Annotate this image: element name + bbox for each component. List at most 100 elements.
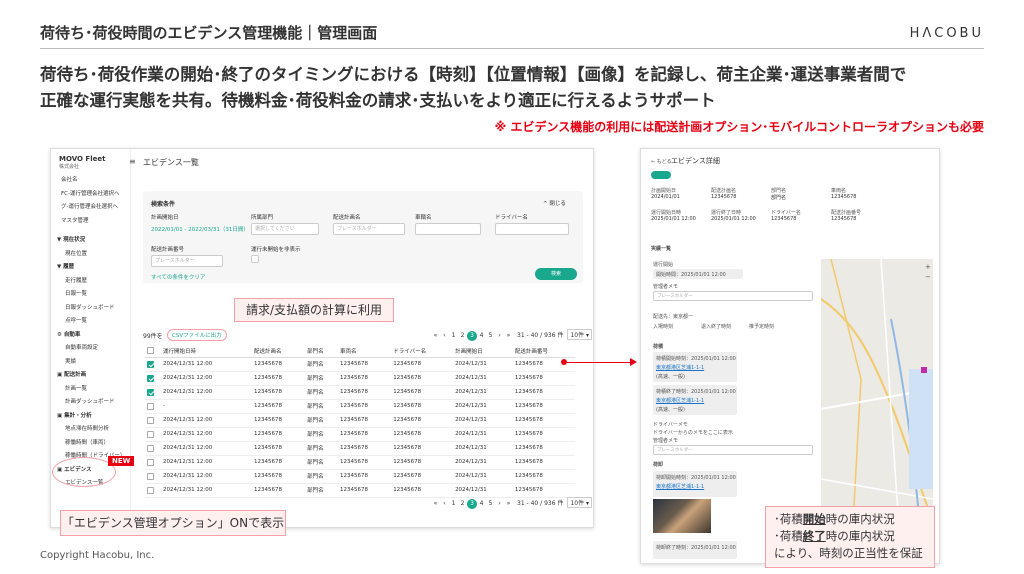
checkbox-cell[interactable]: [145, 371, 161, 386]
period-value[interactable]: 2022/01/01 - 2022/03/31（31日間）: [151, 225, 249, 233]
sidebar-item[interactable]: グ-運行管理会社選択へ: [51, 201, 130, 215]
page-link[interactable]: «: [431, 500, 440, 507]
table-row[interactable]: 2024/12/31 12:00 12345678 部門名 12345678 12345…: [145, 385, 575, 400]
checkbox-cell[interactable]: [145, 455, 161, 470]
column-header[interactable]: ドライバー名: [391, 345, 454, 358]
page-link[interactable]: 3: [467, 331, 477, 341]
search-button[interactable]: 検索: [535, 268, 577, 280]
row-checkbox[interactable]: [147, 402, 154, 410]
sidebar-item[interactable]: ▣ 集計・分析: [51, 410, 130, 424]
zoom-in-icon[interactable]: +: [925, 263, 931, 271]
sidebar-item[interactable]: ▼ 現在状況: [51, 234, 130, 248]
column-header[interactable]: 車両名: [337, 345, 392, 358]
plan-no-input[interactable]: プレースホルダー: [151, 255, 223, 267]
table-row[interactable]: 2024/12/31 12:00 12345678 部門名 12345678 12345…: [145, 469, 575, 484]
vehicle-input[interactable]: [415, 223, 481, 235]
column-header[interactable]: [145, 345, 161, 358]
loading-end-card[interactable]: 荷積終了時刻：2025/01/01 12:00 東京都港区芝浦1-1-1 (高速…: [653, 385, 737, 415]
unloading-end-card[interactable]: 荷卸終了時刻：2025/01/01 12:00: [653, 541, 737, 559]
memo-input[interactable]: プレースホルダー: [653, 291, 813, 301]
row-checkbox[interactable]: [147, 374, 154, 382]
page-link[interactable]: 4: [477, 332, 486, 339]
sidebar-item[interactable]: 現在位置: [51, 248, 130, 262]
checkbox-cell[interactable]: [145, 413, 161, 428]
plan-input[interactable]: プレースホルダー: [333, 223, 405, 235]
table-row[interactable]: 2024/12/31 12:00 12345678 部門名 12345678 12345…: [145, 483, 575, 498]
page-link[interactable]: «: [431, 332, 440, 339]
sidebar-item[interactable]: 日報一覧: [51, 288, 130, 302]
page-link[interactable]: »: [504, 500, 513, 507]
checkbox-cell[interactable]: [145, 399, 161, 414]
table-row[interactable]: 2024/12/31 12:00 12345678 部門名 12345678 12345…: [145, 427, 575, 442]
table-row[interactable]: 2024/12/31 12:00 12345678 部門名 12345678 12345…: [145, 371, 575, 386]
row-checkbox[interactable]: [147, 430, 154, 438]
column-header[interactable]: 運行開始日時: [160, 345, 252, 358]
page-link[interactable]: ›: [495, 500, 504, 507]
sidebar-item[interactable]: 稼働時間（車両）: [51, 437, 130, 451]
sidebar-item[interactable]: マスタ管理: [51, 215, 130, 229]
column-header[interactable]: 配送計画名: [251, 345, 306, 358]
column-header[interactable]: 計画開始日: [453, 345, 513, 358]
unloading-start-card[interactable]: 荷卸開始時刻：2025/01/01 12:00 東京都港区芝浦1-1-1: [653, 471, 737, 497]
column-header[interactable]: 配送計画番号: [512, 345, 575, 358]
unloading-start-link[interactable]: 東京都港区芝浦1-1-1: [656, 483, 704, 490]
sidebar-item[interactable]: 計画一覧: [51, 383, 130, 397]
sidebar-item[interactable]: 日報ダッシュボード: [51, 302, 130, 316]
row-checkbox[interactable]: [147, 416, 154, 424]
per-page-select[interactable]: 10件 ▾: [567, 329, 593, 340]
column-header[interactable]: 部門名: [305, 345, 338, 358]
page-link[interactable]: 3: [467, 499, 477, 509]
page-link[interactable]: 4: [477, 500, 486, 507]
row-checkbox[interactable]: [147, 472, 154, 480]
warehouse-photo[interactable]: [653, 499, 711, 533]
sidebar-item[interactable]: ⚙ 自動車: [51, 329, 130, 343]
page-link[interactable]: »: [504, 332, 513, 339]
memo-input-2[interactable]: プレースホルダー: [653, 445, 813, 455]
row-checkbox[interactable]: [147, 486, 154, 494]
sidebar-item[interactable]: 点呼一覧: [51, 315, 130, 329]
checkbox-cell[interactable]: [145, 441, 161, 456]
checkbox-cell[interactable]: [145, 469, 161, 484]
table-row[interactable]: 2024/12/31 12:00 12345678 部門名 12345678 12345…: [145, 413, 575, 428]
sidebar-item[interactable]: 走行履歴: [51, 275, 130, 289]
sidebar-item[interactable]: FC-運行管理会社選択へ: [51, 188, 130, 202]
table-row[interactable]: 2024/12/31 12:00 12345678 部門名 12345678 12345…: [145, 455, 575, 470]
table-row[interactable]: -12345678 部門名 12345678 12345678 2024/12/31 12…: [145, 399, 575, 414]
page-link[interactable]: 1: [449, 332, 458, 339]
checkbox-cell[interactable]: [145, 385, 161, 400]
sidebar-item[interactable]: ▣ 配送計画: [51, 369, 130, 383]
sidebar-item[interactable]: 地点滞在時間分析: [51, 423, 130, 437]
table-row[interactable]: 2024/12/31 12:00 12345678 部門名 12345678 12345…: [145, 441, 575, 456]
per-page-select[interactable]: 10件 ▾: [567, 497, 593, 508]
loading-end-link[interactable]: 東京都港区芝浦1-1-1: [656, 397, 704, 404]
checkbox-cell[interactable]: [145, 483, 161, 498]
dept-select[interactable]: 選択してください: [251, 223, 319, 235]
back-link[interactable]: ← もどる: [651, 158, 672, 165]
sidebar-item[interactable]: 会社名: [51, 174, 130, 188]
row-checkbox[interactable]: [147, 360, 154, 368]
page-link[interactable]: 2: [458, 500, 467, 507]
sidebar-item[interactable]: 実績: [51, 356, 130, 370]
row-checkbox[interactable]: [147, 444, 154, 452]
close-filter-button[interactable]: ^ 閉じる: [543, 199, 566, 207]
page-link[interactable]: ‹: [440, 332, 449, 339]
table-row[interactable]: 2024/12/31 12:00 12345678 部門名 12345678 12345…: [145, 357, 575, 372]
sidebar-item[interactable]: 自動車両設定: [51, 342, 130, 356]
sidebar-item[interactable]: ▼ 履歴: [51, 261, 130, 275]
hamburger-icon[interactable]: ≡: [129, 157, 136, 166]
loading-start-link[interactable]: 東京都港区芝浦1-1-1: [656, 364, 704, 371]
page-link[interactable]: 1: [449, 500, 458, 507]
page-link[interactable]: 2: [458, 332, 467, 339]
clear-filters-link[interactable]: すべての条件をクリア: [151, 273, 205, 281]
row-checkbox[interactable]: [147, 458, 154, 466]
zoom-out-icon[interactable]: −: [925, 273, 931, 281]
checkbox-cell[interactable]: [145, 427, 161, 442]
loading-start-card[interactable]: 荷積開始時刻：2025/01/01 12:00 東京都港区芝浦1-1-1 (高速…: [653, 352, 737, 382]
page-link[interactable]: ‹: [440, 500, 449, 507]
page-link[interactable]: 5: [486, 500, 495, 507]
driver-input[interactable]: [495, 223, 569, 235]
sidebar-item[interactable]: 計画ダッシュボード: [51, 396, 130, 410]
row-checkbox[interactable]: [147, 388, 154, 396]
select-all-checkbox[interactable]: [147, 347, 154, 355]
checkbox-cell[interactable]: [145, 357, 161, 372]
